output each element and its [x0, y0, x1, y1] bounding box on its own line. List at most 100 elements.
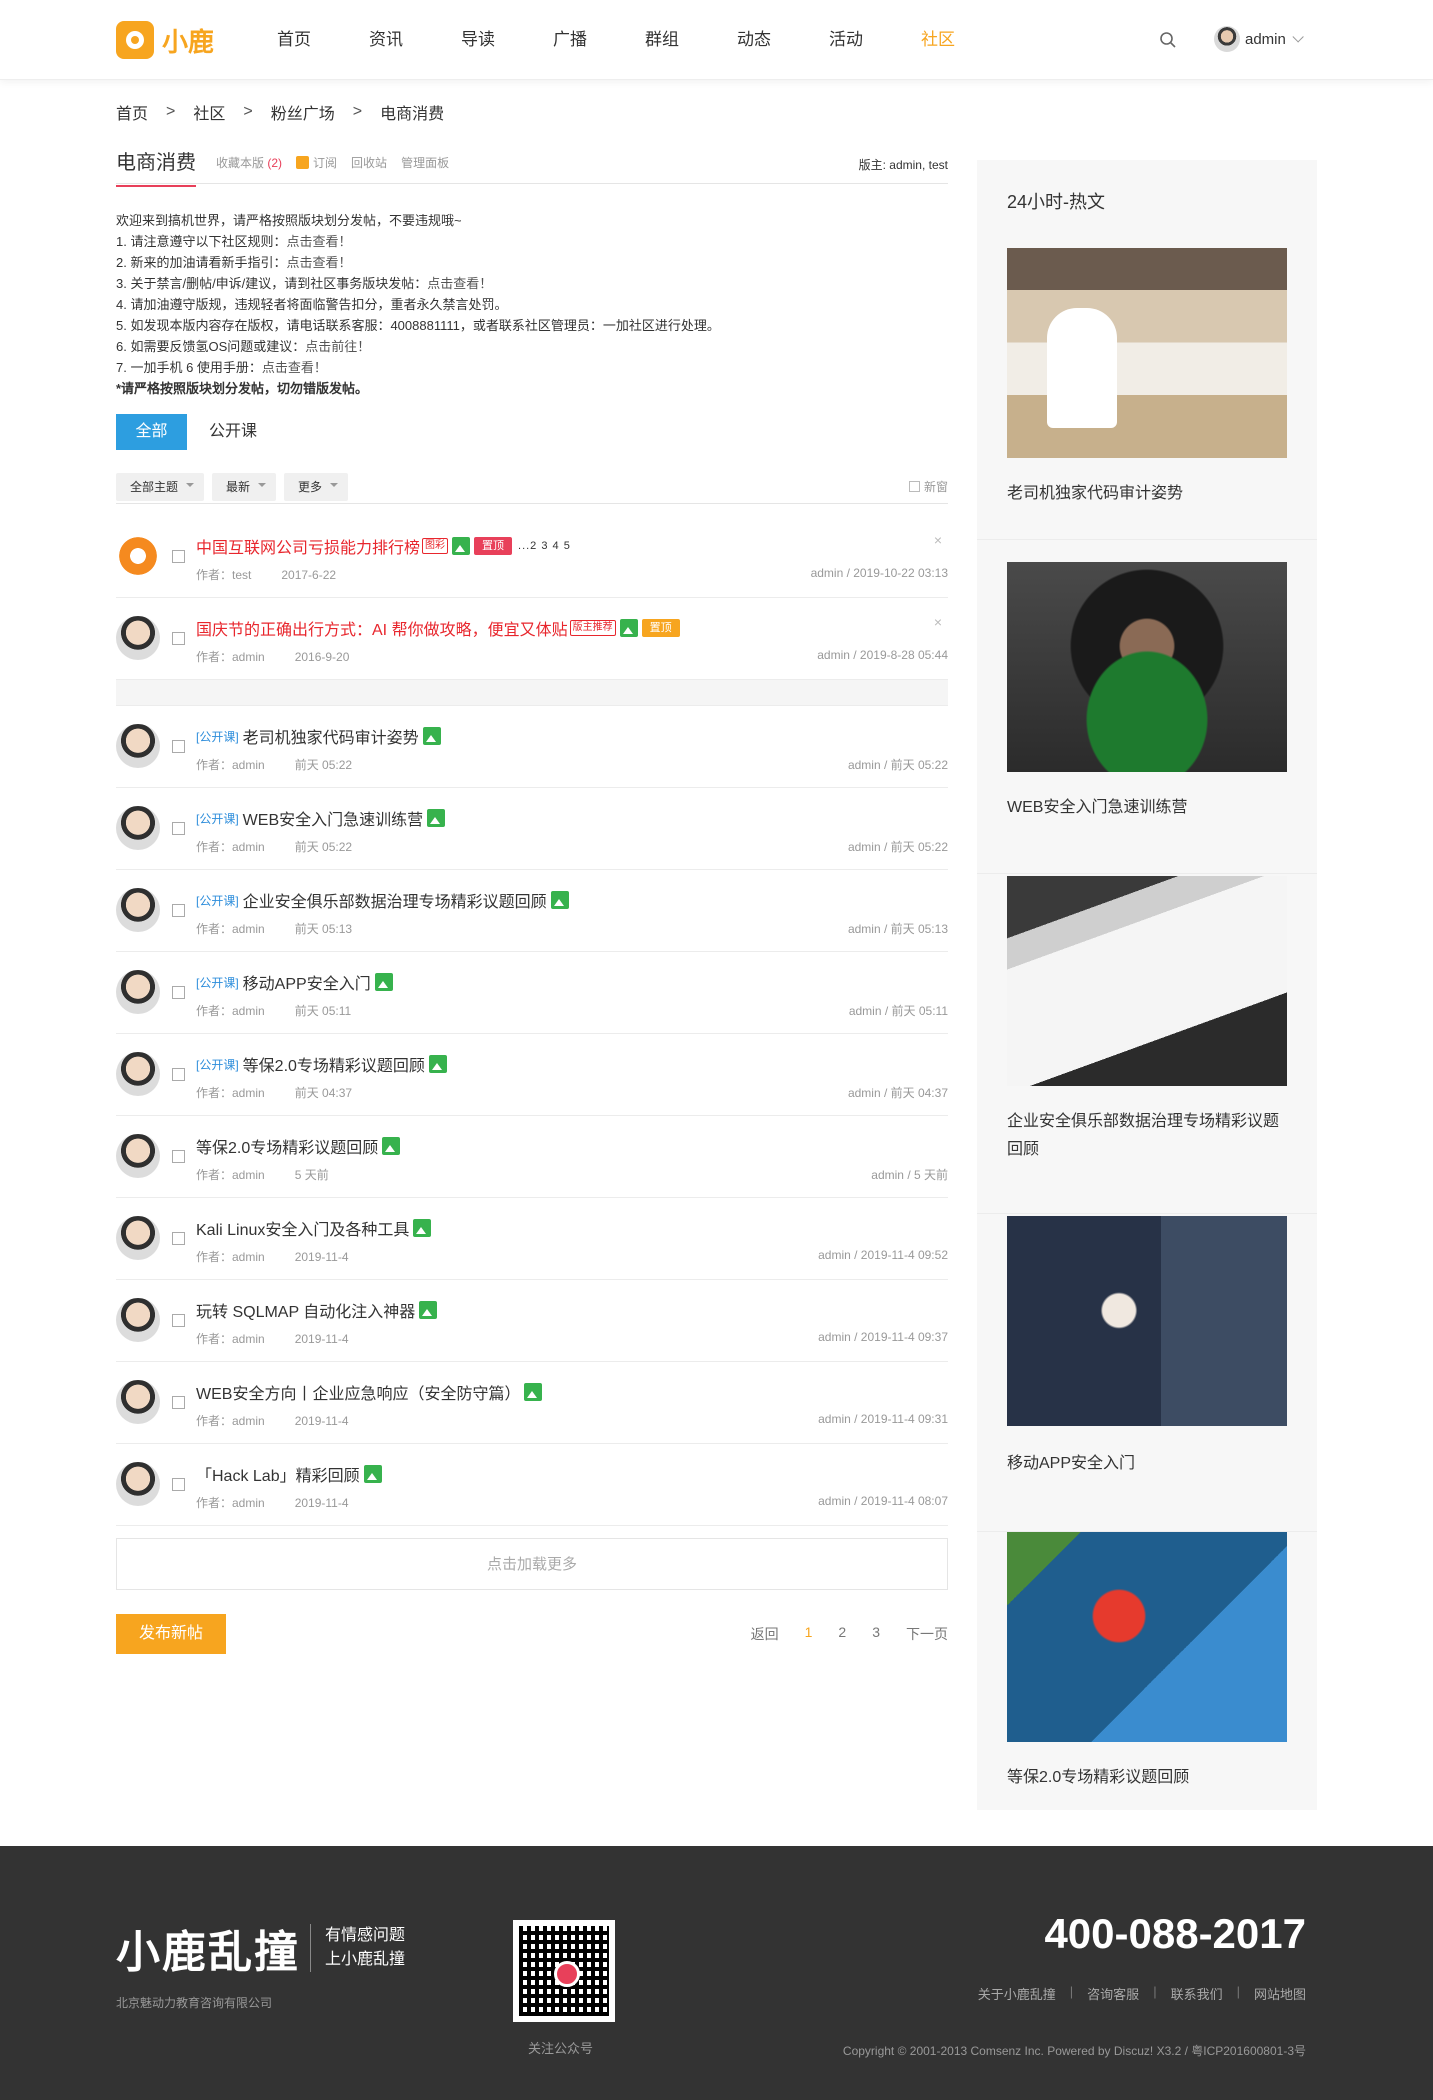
article-title[interactable]: 企业安全俱乐部数据治理专场精彩议题回顾	[1007, 1108, 1292, 1164]
thread-type[interactable]: [公开课]	[196, 810, 239, 827]
nav-events[interactable]: 活动	[800, 0, 892, 80]
pagination-page[interactable]: 1	[805, 1624, 813, 1644]
nav-guide[interactable]: 导读	[432, 0, 524, 80]
thread-checkbox[interactable]	[172, 1232, 185, 1245]
thread-checkbox[interactable]	[172, 822, 185, 835]
tab-open-class[interactable]: 公开课	[191, 414, 275, 450]
article-thumbnail[interactable]	[1007, 1216, 1287, 1426]
rule-link[interactable]: 点击查看！	[427, 276, 492, 291]
filter-latest-dropdown[interactable]: 最新	[212, 472, 277, 501]
hot-article-card[interactable]: 企业安全俱乐部数据治理专场精彩议题回顾	[977, 874, 1317, 1214]
thread-row[interactable]: [公开课] 等保2.0专场精彩议题回顾 作者：admin 前天 04:37 admi…	[116, 1034, 948, 1116]
footer-link-contact[interactable]: 联系我们	[1171, 1984, 1223, 2003]
thread-title[interactable]: [公开课] WEB安全入门急速训练营	[196, 806, 446, 830]
thread-row[interactable]: [公开课] WEB安全入门急速训练营 作者：admin 前天 05:22 admin…	[116, 788, 948, 870]
nav-home[interactable]: 首页	[248, 0, 340, 80]
filter-all-threads-dropdown[interactable]: 全部主题	[116, 472, 205, 501]
thread-checkbox[interactable]	[172, 550, 185, 563]
article-thumbnail[interactable]	[1007, 248, 1287, 458]
thread-pages[interactable]: ...2 3 4 5	[518, 540, 571, 552]
thread-row[interactable]: 等保2.0专场精彩议题回顾 作者：admin 5 天前 admin / 5 天前	[116, 1116, 948, 1198]
sticky-thread-row[interactable]: 国庆节的正确出行方式：AI 帮你做攻略，便宜又体贴 版主推荐 置顶 作者：adm…	[116, 598, 948, 680]
thread-type[interactable]: [公开课]	[196, 892, 239, 909]
article-title[interactable]: 移动APP安全入门	[1007, 1450, 1292, 1478]
thread-checkbox[interactable]	[172, 1068, 185, 1081]
thread-row[interactable]: 玩转 SQLMAP 自动化注入神器 作者：admin 2019-11-4 admi…	[116, 1280, 948, 1362]
rule-link[interactable]: 点击前往！	[305, 339, 370, 354]
rule-link[interactable]: 点击查看！	[286, 234, 351, 249]
thread-type[interactable]: [公开课]	[196, 728, 239, 745]
thread-checkbox[interactable]	[172, 1314, 185, 1327]
thread-title[interactable]: 「Hack Lab」精彩回顾	[196, 1462, 382, 1486]
thread-checkbox[interactable]	[172, 986, 185, 999]
rule-link[interactable]: 点击查看！	[262, 360, 327, 375]
search-icon[interactable]	[1159, 31, 1177, 49]
article-title[interactable]: WEB安全入门急速训练营	[1007, 794, 1292, 822]
thread-row[interactable]: [公开课] 移动APP安全入门 作者：admin 前天 05:11 admin / …	[116, 952, 948, 1034]
site-logo[interactable]: 小鹿	[116, 20, 214, 60]
breadcrumb-fan-square[interactable]: 粉丝广场	[271, 100, 335, 124]
footer-link-support[interactable]: 咨询客服	[1087, 1984, 1139, 2003]
thread-title[interactable]: 国庆节的正确出行方式：AI 帮你做攻略，便宜又体贴 版主推荐 置顶	[196, 616, 680, 640]
thread-row[interactable]: Kali Linux安全入门及各种工具 作者：admin 2019-11-4 ad…	[116, 1198, 948, 1280]
favorite-forum-link[interactable]: 收藏本版 (2)	[216, 154, 282, 171]
load-more-button[interactable]: 点击加载更多	[116, 1538, 948, 1590]
thread-type[interactable]: [公开课]	[196, 974, 239, 991]
admin-panel-link[interactable]: 管理面板	[401, 154, 449, 171]
new-post-button[interactable]: 发布新帖	[116, 1614, 226, 1654]
tab-all[interactable]: 全部	[116, 414, 187, 450]
user-menu[interactable]: admin	[1214, 26, 1304, 52]
hot-article-card[interactable]: 老司机独家代码审计姿势	[977, 248, 1317, 540]
thread-title[interactable]: [公开课] 企业安全俱乐部数据治理专场精彩议题回顾	[196, 888, 569, 912]
pagination-back[interactable]: 返回	[751, 1624, 779, 1644]
recycle-bin-link[interactable]: 回收站	[351, 154, 387, 171]
pagination-next[interactable]: 下一页	[906, 1624, 948, 1644]
thread-checkbox[interactable]	[172, 1150, 185, 1163]
nav-feed[interactable]: 动态	[708, 0, 800, 80]
thread-title[interactable]: 等保2.0专场精彩议题回顾	[196, 1134, 401, 1158]
close-icon[interactable]: ×	[934, 532, 942, 548]
hot-article-card[interactable]: 等保2.0专场精彩议题回顾	[977, 1532, 1317, 1810]
thread-checkbox[interactable]	[172, 740, 185, 753]
thread-row[interactable]: [公开课] 企业安全俱乐部数据治理专场精彩议题回顾 作者：admin 前天 05:1…	[116, 870, 948, 952]
pagination-page[interactable]: 3	[872, 1624, 880, 1644]
thread-title[interactable]: [公开课] 等保2.0专场精彩议题回顾	[196, 1052, 447, 1076]
thread-title[interactable]: 玩转 SQLMAP 自动化注入神器	[196, 1298, 438, 1322]
thread-title[interactable]: [公开课] 移动APP安全入门	[196, 970, 393, 994]
thread-checkbox[interactable]	[172, 632, 185, 645]
thread-row[interactable]: 「Hack Lab」精彩回顾 作者：admin 2019-11-4 admin /…	[116, 1444, 948, 1526]
thread-title[interactable]: Kali Linux安全入门及各种工具	[196, 1216, 432, 1240]
breadcrumb-current[interactable]: 电商消费	[380, 100, 444, 124]
close-icon[interactable]: ×	[934, 614, 942, 630]
filter-more-dropdown[interactable]: 更多	[284, 472, 349, 501]
thread-row[interactable]: [公开课] 老司机独家代码审计姿势 作者：admin 前天 05:22 admin …	[116, 706, 948, 788]
article-thumbnail[interactable]	[1007, 1532, 1287, 1742]
thread-checkbox[interactable]	[172, 1396, 185, 1409]
sticky-thread-row[interactable]: 中国互联网公司亏损能力排行榜 图彩 置顶 ...2 3 4 5 作者：test 2…	[116, 516, 948, 598]
thread-title[interactable]: WEB安全方向丨企业应急响应（安全防守篇）	[196, 1380, 543, 1404]
thread-title[interactable]: [公开课] 老司机独家代码审计姿势	[196, 724, 441, 748]
subscribe-link[interactable]: 订阅	[296, 154, 337, 171]
article-title[interactable]: 等保2.0专场精彩议题回顾	[1007, 1764, 1292, 1792]
breadcrumb-home[interactable]: 首页	[116, 100, 148, 124]
nav-broadcast[interactable]: 广播	[524, 0, 616, 80]
article-title[interactable]: 老司机独家代码审计姿势	[1007, 480, 1292, 508]
rule-link[interactable]: 点击查看！	[286, 255, 351, 270]
thread-row[interactable]: WEB安全方向丨企业应急响应（安全防守篇） 作者：admin 2019-11-4 …	[116, 1362, 948, 1444]
pagination-page[interactable]: 2	[838, 1624, 846, 1644]
new-window-checkbox[interactable]	[908, 481, 920, 492]
nav-news[interactable]: 资讯	[340, 0, 432, 80]
nav-community[interactable]: 社区	[892, 0, 984, 80]
hot-article-card[interactable]: 移动APP安全入门	[977, 1214, 1317, 1532]
article-thumbnail[interactable]	[1007, 562, 1287, 772]
thread-checkbox[interactable]	[172, 904, 185, 917]
thread-title[interactable]: 中国互联网公司亏损能力排行榜 图彩 置顶 ...2 3 4 5	[196, 534, 571, 558]
nav-groups[interactable]: 群组	[616, 0, 708, 80]
footer-link-about[interactable]: 关于小鹿乱撞	[978, 1984, 1056, 2003]
article-thumbnail[interactable]	[1007, 876, 1287, 1086]
new-window-toggle[interactable]: 新窗	[908, 478, 948, 495]
hot-article-card[interactable]: WEB安全入门急速训练营	[977, 562, 1317, 874]
thread-type[interactable]: [公开课]	[196, 1056, 239, 1073]
footer-link-sitemap[interactable]: 网站地图	[1254, 1984, 1306, 2003]
thread-checkbox[interactable]	[172, 1478, 185, 1491]
